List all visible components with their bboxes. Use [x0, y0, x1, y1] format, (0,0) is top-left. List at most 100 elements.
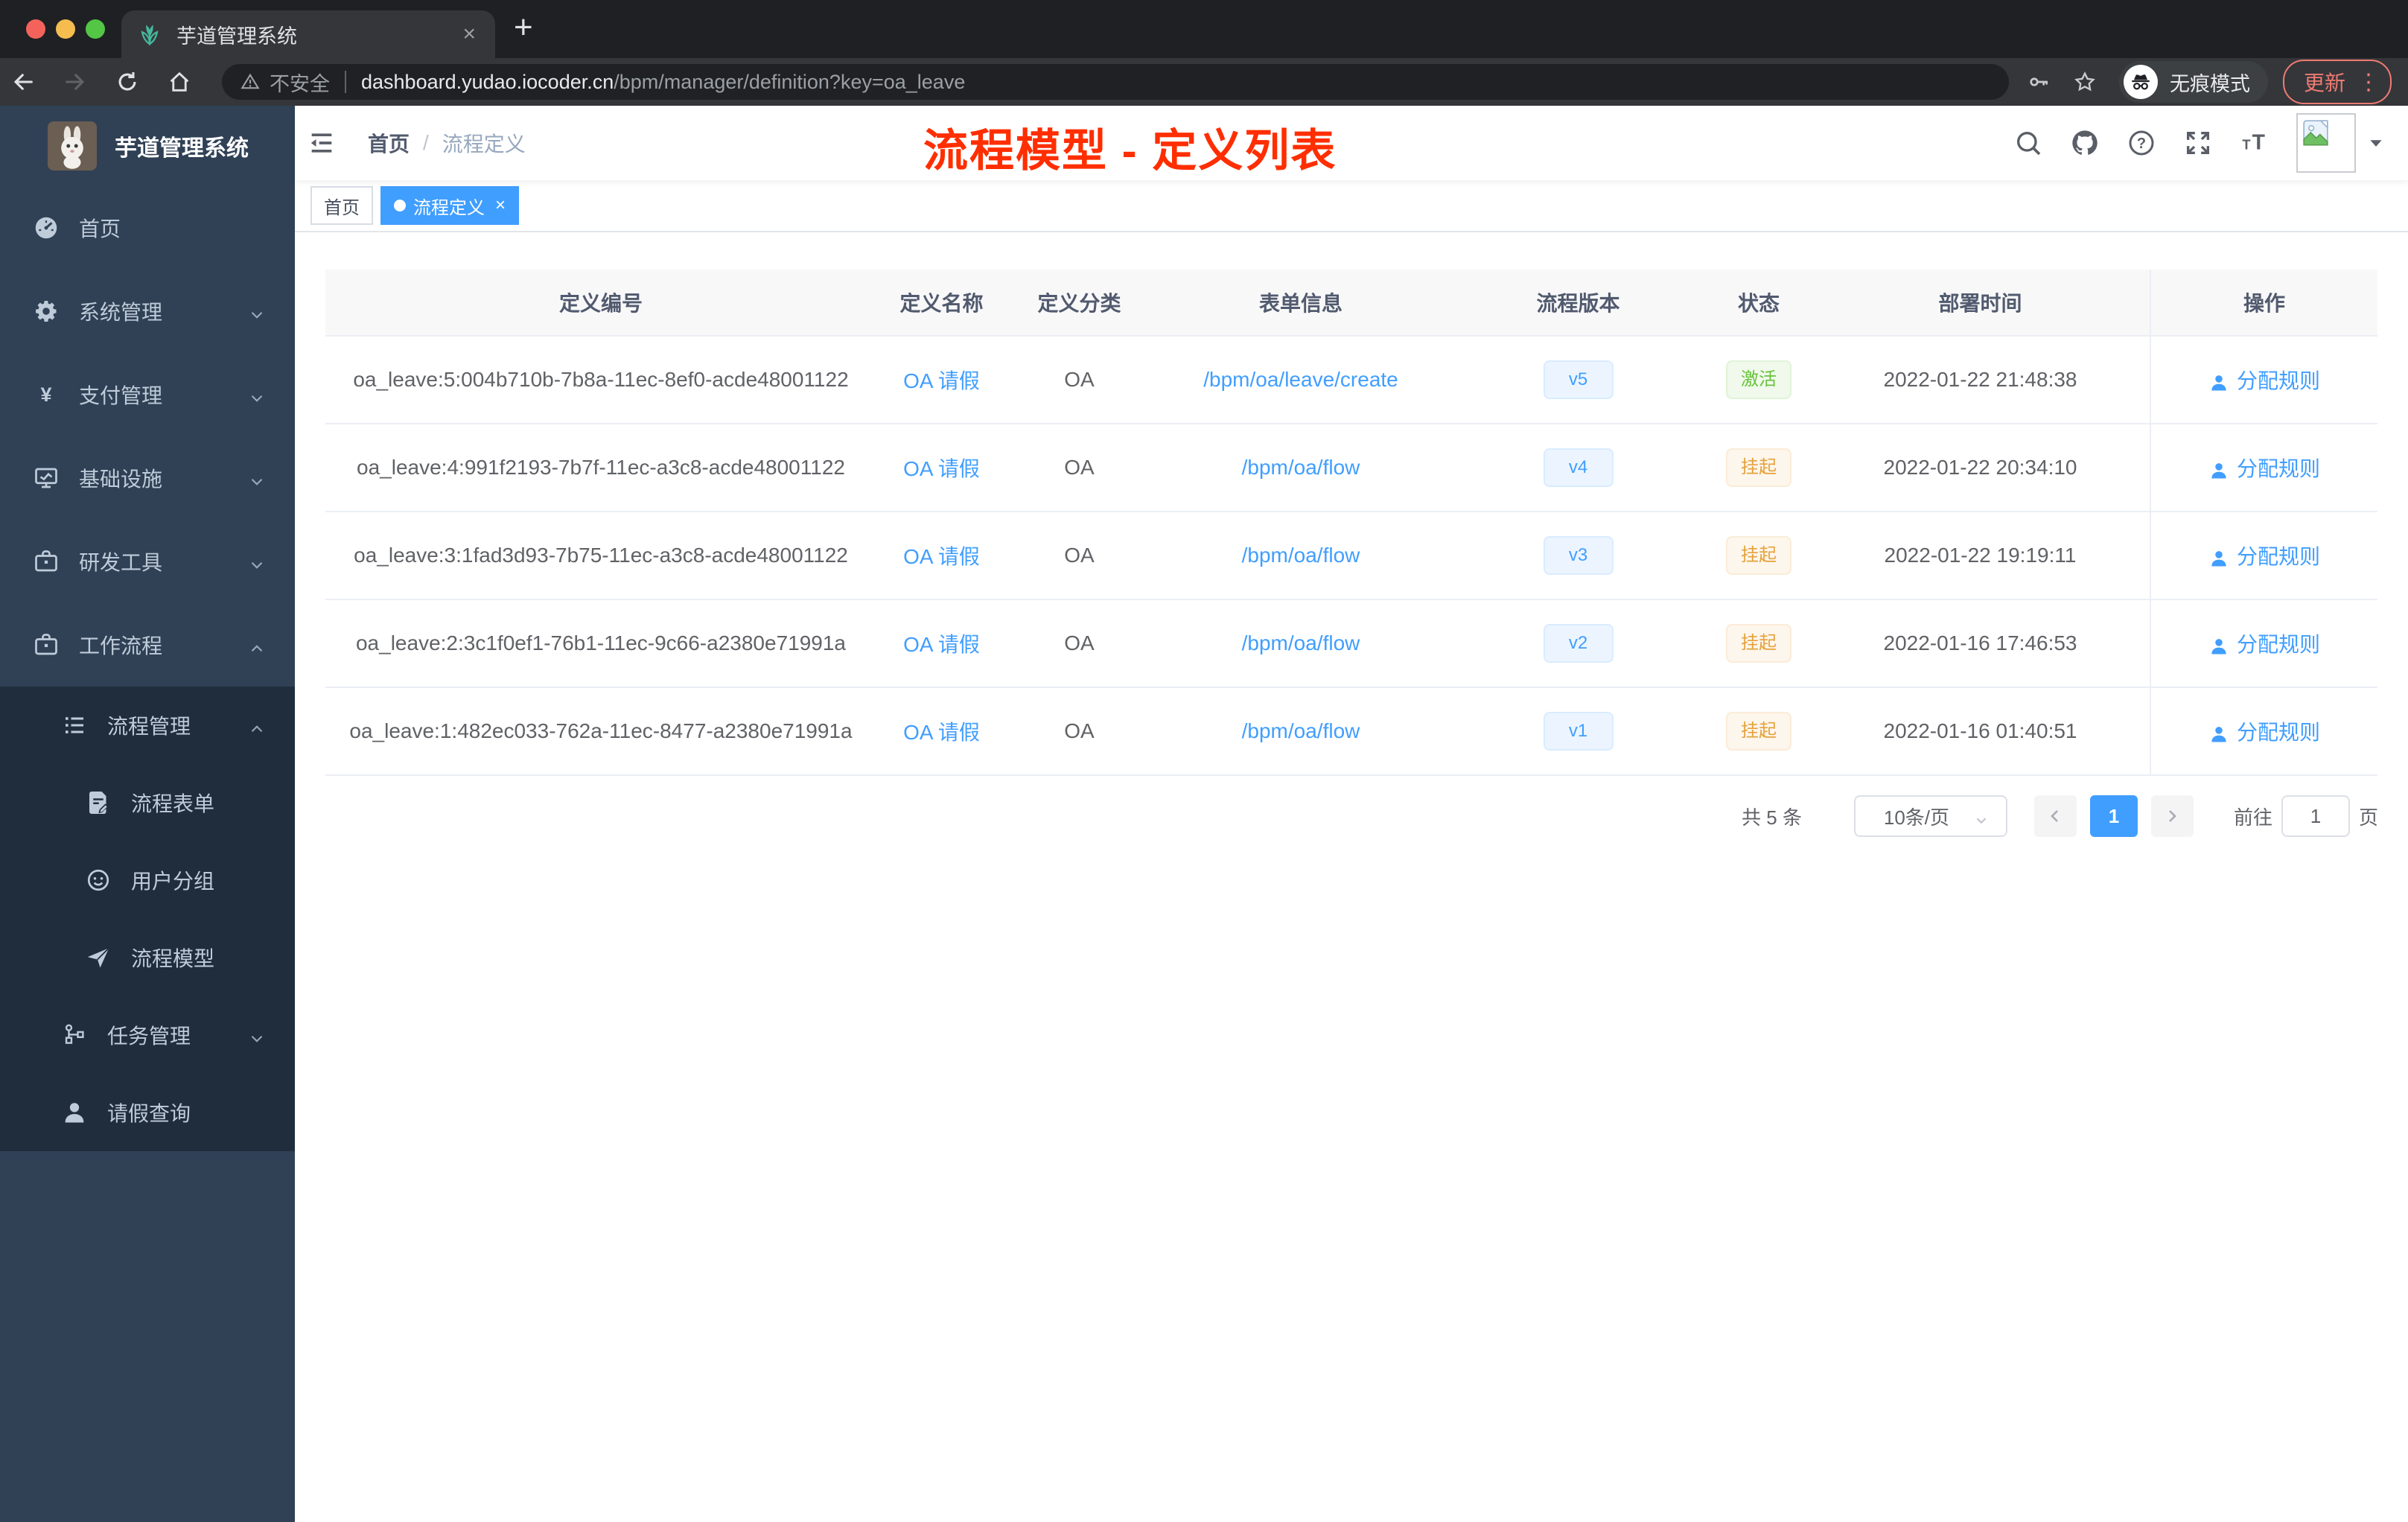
incognito-label: 无痕模式 [2169, 72, 2250, 95]
sidebar-logo[interactable]: 芋道管理系统 [0, 106, 295, 186]
breadcrumb-home[interactable]: 首页 [368, 128, 410, 158]
sidebar-item-home[interactable]: 首页 [0, 186, 295, 270]
tab-title: 芋道管理系统 [176, 25, 297, 48]
back-button[interactable] [10, 69, 36, 95]
sidebar-item-payment[interactable]: ¥ 支付管理 [0, 353, 295, 436]
bookmark-star-icon[interactable] [2073, 70, 2097, 94]
sidebar-item-label: 流程管理 [107, 715, 191, 738]
navbar: 首页 / 流程定义 流程模型 - 定义列表 ? TT [295, 106, 2408, 180]
content: 定义编号 定义名称 定义分类 表单信息 流程版本 状态 部署时间 操作 oa_leave:5:… [295, 232, 2408, 1522]
github-icon[interactable] [2070, 128, 2100, 158]
sidebar-item-workflow[interactable]: 工作流程 [0, 603, 295, 687]
version-badge: v2 [1543, 624, 1614, 663]
sidebar-item-label: 工作流程 [79, 634, 163, 657]
form-link[interactable]: /bpm/oa/flow [1242, 544, 1360, 567]
warning-icon [240, 71, 261, 92]
prev-page-button[interactable] [2033, 795, 2077, 837]
pagination: 共 5 条 10条/页 1 前往 页 [1742, 795, 2378, 837]
address-bar[interactable]: 不安全 dashboard.yudao.iocoder.cn/bpm/manag… [222, 64, 2009, 100]
app: 芋道管理系统 首页 系统管理 ¥ 支付管理 基础设施 研发工具 工作流程 流程管理 流程表单 用户… [0, 106, 2408, 1522]
chevron-down-icon [247, 385, 267, 404]
fullscreen-icon[interactable] [2183, 128, 2213, 158]
sidebar-item-label: 流程表单 [131, 792, 215, 815]
search-icon[interactable] [2013, 128, 2043, 158]
sidebar-item-user-group[interactable]: 用户分组 [0, 841, 295, 919]
form-link[interactable]: /bpm/oa/flow [1242, 631, 1360, 655]
sidebar-item-process-form[interactable]: 流程表单 [0, 764, 295, 841]
sidebar-item-system[interactable]: 系统管理 [0, 270, 295, 353]
table-row: oa_leave:2:3c1f0ef1-76b1-11ec-9c66-a2380… [325, 599, 2377, 688]
assign-rule-link[interactable]: 分配规则 [2208, 365, 2320, 395]
close-window-button[interactable] [26, 19, 45, 39]
assign-rule-link[interactable]: 分配规则 [2208, 541, 2320, 570]
definition-category: OA [1007, 687, 1152, 776]
chevron-down-icon [247, 468, 267, 488]
tags-bar: 首页 流程定义 × [295, 180, 2408, 232]
definition-name-link[interactable]: OA 请假 [903, 545, 980, 568]
minimize-window-button[interactable] [56, 19, 75, 39]
breadcrumb-separator: / [423, 131, 429, 154]
browser-menu-icon[interactable]: ⋮ [2357, 69, 2380, 95]
browser-chrome: 芋道管理系统 × + 不安全 dashboard.yudao.iocoder.c… [0, 0, 2408, 106]
table-row: oa_leave:5:004b710b-7b8a-11ec-8ef0-acde4… [325, 336, 2377, 424]
sidebar-item-process-model[interactable]: 流程模型 [0, 919, 295, 996]
reload-button[interactable] [115, 69, 140, 95]
definition-name-link[interactable]: OA 请假 [903, 633, 980, 656]
svg-text:T: T [2252, 130, 2265, 154]
deploy-time: 2022-01-22 20:34:10 [1811, 424, 2150, 512]
hamburger-icon[interactable] [307, 128, 337, 158]
assign-rule-link[interactable]: 分配规则 [2208, 628, 2320, 658]
forward-button[interactable] [63, 69, 88, 95]
definition-name-link[interactable]: OA 请假 [903, 721, 980, 744]
tag-process-definition[interactable]: 流程定义 × [380, 186, 520, 225]
form-link[interactable]: /bpm/oa/flow [1242, 719, 1360, 742]
key-icon[interactable] [2027, 70, 2051, 94]
sidebar-item-infrastructure[interactable]: 基础设施 [0, 436, 295, 520]
goto-page-input[interactable] [2281, 795, 2350, 837]
url-text: dashboard.yudao.iocoder.cn/bpm/manager/d… [361, 71, 965, 94]
tag-close-icon[interactable]: × [495, 195, 506, 216]
update-button[interactable]: 更新 ⋮ [2282, 60, 2392, 104]
tag-home[interactable]: 首页 [310, 186, 373, 225]
sidebar-item-devtools[interactable]: 研发工具 [0, 520, 295, 603]
chevron-down-icon [247, 302, 267, 321]
current-page-button[interactable]: 1 [2089, 795, 2138, 837]
zoom-window-button[interactable] [86, 19, 105, 39]
column-header: 流程版本 [1450, 270, 1707, 337]
user-icon [2208, 545, 2229, 567]
browser-tab[interactable]: 芋道管理系统 × [121, 10, 495, 58]
gear-icon [33, 298, 60, 325]
chevron-down-icon[interactable] [2366, 133, 2386, 153]
help-icon[interactable]: ? [2127, 128, 2156, 158]
goto-label: 前往 [2233, 806, 2272, 829]
deploy-time: 2022-01-22 19:19:11 [1811, 512, 2150, 600]
status-badge: 激活 [1726, 360, 1791, 399]
definition-name-link[interactable]: OA 请假 [903, 457, 980, 480]
assign-rule-label: 分配规则 [2236, 545, 2320, 568]
font-size-icon[interactable]: TT [2240, 128, 2270, 158]
user-icon [2208, 633, 2229, 655]
sidebar-item-process-management[interactable]: 流程管理 [0, 687, 295, 764]
tab-close-icon[interactable]: × [459, 22, 479, 47]
form-link[interactable]: /bpm/oa/flow [1242, 456, 1360, 479]
definition-table: 定义编号 定义名称 定义分类 表单信息 流程版本 状态 部署时间 操作 oa_leave:5:… [325, 270, 2377, 776]
breadcrumb-current: 流程定义 [442, 133, 526, 156]
assign-rule-link[interactable]: 分配规则 [2208, 453, 2320, 483]
avatar[interactable] [2296, 113, 2356, 173]
table-row: oa_leave:3:1fad3d93-7b75-11ec-a3c8-acde4… [325, 512, 2377, 600]
new-tab-button[interactable]: + [514, 9, 533, 46]
next-page-button[interactable] [2150, 795, 2194, 837]
sidebar-item-task-management[interactable]: 任务管理 [0, 996, 295, 1074]
logo-title: 芋道管理系统 [115, 136, 249, 161]
page-size-select[interactable]: 10条/页 [1853, 795, 2007, 837]
goto-unit: 页 [2358, 806, 2378, 829]
form-link[interactable]: /bpm/oa/leave/create [1203, 368, 1398, 391]
definition-name-link[interactable]: OA 请假 [903, 369, 980, 392]
definition-id: oa_leave:2:3c1f0ef1-76b1-11ec-9c66-a2380… [325, 599, 876, 688]
assign-rule-link[interactable]: 分配规则 [2208, 716, 2320, 746]
home-button[interactable] [167, 69, 192, 95]
version-badge: v4 [1543, 448, 1614, 487]
sidebar-item-leave-query[interactable]: 请假查询 [0, 1074, 295, 1151]
version-badge: v5 [1543, 360, 1614, 399]
update-label: 更新 [2303, 71, 2345, 95]
